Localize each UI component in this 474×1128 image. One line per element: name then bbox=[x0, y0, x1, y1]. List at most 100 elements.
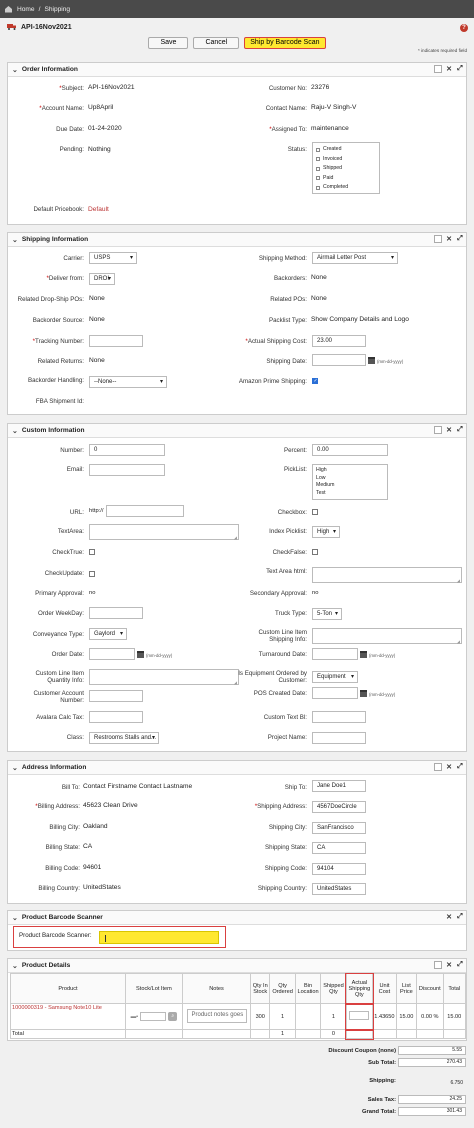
panel-checkbox[interactable] bbox=[434, 961, 442, 969]
actual-cost-input[interactable]: 23.00 bbox=[312, 335, 366, 347]
close-icon[interactable]: ✕ bbox=[445, 763, 453, 771]
status-option[interactable]: Paid bbox=[316, 174, 376, 184]
search-icon[interactable]: ⌕ bbox=[168, 1012, 178, 1021]
index-picklist-select[interactable]: High bbox=[312, 526, 340, 538]
custom-line-shipping-textarea[interactable] bbox=[312, 628, 462, 644]
expand-icon[interactable]: ⤢ bbox=[456, 913, 464, 921]
conveyance-select[interactable]: Gaylord bbox=[89, 628, 127, 640]
amazon-prime-checkbox[interactable] bbox=[312, 378, 318, 384]
close-icon[interactable]: ✕ bbox=[445, 913, 453, 921]
panel-header[interactable]: ⌄ Order Information ✕ ⤢ bbox=[8, 63, 466, 77]
pricebook-link[interactable]: Default bbox=[88, 206, 109, 213]
panel-checkbox[interactable] bbox=[434, 235, 442, 243]
picklist-listbox[interactable]: High Low Medium Test bbox=[312, 464, 388, 500]
panel-header[interactable]: ⌄ Address Information ✕ ⤢ bbox=[8, 761, 466, 775]
cancel-button[interactable]: Cancel bbox=[193, 37, 240, 49]
column-header: Shipped Qty bbox=[320, 973, 347, 1004]
number-input[interactable]: 0 bbox=[89, 444, 165, 456]
email-input[interactable] bbox=[89, 464, 165, 476]
deliver-from-select[interactable]: DROI bbox=[89, 273, 115, 285]
turnaround-input[interactable] bbox=[312, 648, 358, 660]
expand-icon[interactable]: ⤢ bbox=[456, 763, 464, 771]
carrier-select[interactable]: USPS bbox=[89, 252, 137, 264]
notes-input[interactable]: Product notes goes bbox=[186, 1008, 247, 1023]
customer-account-input[interactable] bbox=[89, 690, 143, 702]
collapse-chevron-icon[interactable]: ⌄ bbox=[12, 66, 18, 74]
checktrue-checkbox[interactable] bbox=[89, 549, 95, 555]
close-icon[interactable]: ✕ bbox=[445, 235, 453, 243]
equipment-select[interactable]: Equipment bbox=[312, 671, 358, 683]
ship-date-input[interactable] bbox=[312, 354, 366, 366]
barcode-scanner-input[interactable] bbox=[99, 931, 219, 944]
picklist-option[interactable]: High bbox=[316, 467, 384, 475]
ship-by-barcode-button[interactable]: Ship by Barcode Scan bbox=[244, 37, 326, 49]
close-icon[interactable]: ✕ bbox=[445, 426, 453, 434]
shipping-address-input[interactable]: 4567DoeCircle bbox=[312, 801, 366, 813]
panel-header[interactable]: ⌄ Product Barcode Scanner ✕ ⤢ bbox=[8, 911, 466, 925]
order-weekday-input[interactable] bbox=[89, 607, 143, 619]
shipping-country-input[interactable]: UnitedStates bbox=[312, 883, 366, 895]
close-icon[interactable]: ✕ bbox=[445, 961, 453, 969]
collapse-chevron-icon[interactable]: ⌄ bbox=[12, 764, 18, 772]
textarea-html-input[interactable] bbox=[312, 567, 462, 583]
collapse-chevron-icon[interactable]: ⌄ bbox=[12, 236, 18, 244]
backorder-handling-select[interactable]: --None-- bbox=[89, 376, 167, 388]
status-listbox[interactable]: Created Invoiced Shipped Paid Completed bbox=[312, 142, 380, 194]
picklist-option[interactable]: Test bbox=[316, 490, 384, 498]
status-option[interactable]: Invoiced bbox=[316, 155, 376, 165]
shipping-code-input[interactable]: 94104 bbox=[312, 863, 366, 875]
panel-header[interactable]: ⌄ Product Details ✕ ⤢ bbox=[8, 959, 466, 973]
project-name-label: Project Name: bbox=[267, 734, 307, 741]
ship-to-input[interactable]: Jane Doe1 bbox=[312, 780, 366, 792]
stock-lot-input[interactable] bbox=[140, 1012, 167, 1021]
percent-input[interactable]: 0.00 bbox=[312, 444, 388, 456]
expand-icon[interactable]: ⤢ bbox=[456, 426, 464, 434]
panel-header[interactable]: ⌄ Shipping Information ✕ ⤢ bbox=[8, 233, 466, 247]
expand-icon[interactable]: ⤢ bbox=[456, 65, 464, 73]
pos-created-input[interactable] bbox=[312, 687, 358, 699]
calendar-icon[interactable] bbox=[137, 651, 144, 658]
calendar-icon[interactable] bbox=[360, 690, 367, 697]
order-date-input[interactable] bbox=[89, 648, 135, 660]
expand-icon[interactable]: ⤢ bbox=[456, 961, 464, 969]
calendar-icon[interactable] bbox=[368, 357, 375, 364]
shipping-method-select[interactable]: Airmail Letter Post bbox=[312, 252, 398, 264]
actual-shipping-qty-input[interactable] bbox=[349, 1011, 370, 1020]
breadcrumb-home[interactable]: Home bbox=[17, 6, 35, 13]
picklist-option[interactable]: Medium bbox=[316, 482, 384, 490]
panel-checkbox[interactable] bbox=[434, 426, 442, 434]
help-icon[interactable]: ? bbox=[460, 24, 468, 32]
avalara-input[interactable] bbox=[89, 711, 143, 723]
url-input[interactable] bbox=[106, 505, 184, 517]
status-option[interactable]: Shipped bbox=[316, 164, 376, 174]
line-item-qty-textarea[interactable] bbox=[89, 669, 239, 685]
checkfalse-checkbox[interactable] bbox=[312, 549, 318, 555]
truck-type-select[interactable]: 5-Ton bbox=[312, 608, 342, 620]
panel-checkbox[interactable] bbox=[434, 763, 442, 771]
panel-checkbox[interactable] bbox=[434, 65, 442, 73]
breadcrumb-shipping[interactable]: Shipping bbox=[44, 6, 70, 13]
checkupdate-checkbox[interactable] bbox=[89, 571, 95, 577]
panel-header[interactable]: ⌄ Custom Information ✕ ⤢ bbox=[8, 424, 466, 438]
expand-icon[interactable]: ⤢ bbox=[456, 235, 464, 243]
shipping-state-input[interactable]: CA bbox=[312, 842, 366, 854]
collapse-chevron-icon[interactable]: ⌄ bbox=[12, 962, 18, 970]
product-link[interactable]: 1000000319 - Samsung Note10 Lite bbox=[12, 1005, 102, 1011]
order-date-label: Order Date: bbox=[51, 651, 84, 658]
status-option[interactable]: Created bbox=[316, 145, 376, 155]
tracking-input[interactable] bbox=[89, 335, 143, 347]
collapse-chevron-icon[interactable]: ⌄ bbox=[12, 427, 18, 435]
close-icon[interactable]: ✕ bbox=[445, 65, 453, 73]
class-select[interactable]: Restrooms Stalls and... bbox=[89, 732, 159, 744]
picklist-option[interactable]: Low bbox=[316, 475, 384, 483]
checkbox-field[interactable] bbox=[312, 509, 318, 515]
status-option[interactable]: Completed bbox=[316, 183, 376, 193]
textarea-input[interactable] bbox=[89, 524, 239, 540]
custom-text-input[interactable] bbox=[312, 711, 366, 723]
shipping-city-input[interactable]: SanFrancisco bbox=[312, 822, 366, 834]
home-icon[interactable] bbox=[4, 5, 13, 13]
collapse-chevron-icon[interactable]: ⌄ bbox=[12, 914, 18, 922]
calendar-icon[interactable] bbox=[360, 651, 367, 658]
save-button[interactable]: Save bbox=[148, 37, 189, 49]
project-name-input[interactable] bbox=[312, 732, 366, 744]
